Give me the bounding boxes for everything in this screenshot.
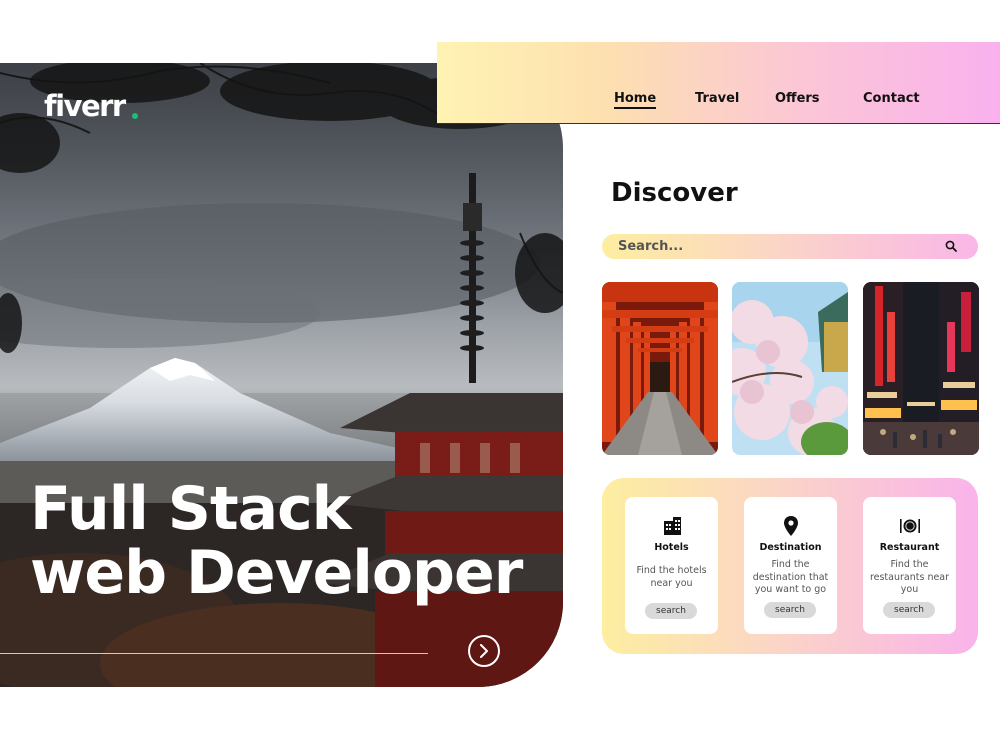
hotels-card[interactable]: Hotels Find the hotels near you search — [625, 497, 718, 634]
hotels-description: Find the hotels near you — [636, 565, 707, 589]
hero-banner: fiverr Full Stack web Developer — [0, 63, 563, 687]
services-panel: Hotels Find the hotels near you search D… — [602, 478, 978, 654]
dining-icon — [900, 519, 920, 533]
city-neon-street-photo[interactable] — [863, 282, 979, 455]
location-pin-icon — [784, 516, 798, 536]
nav-travel[interactable]: Travel — [695, 91, 739, 106]
search-bar — [602, 234, 978, 259]
restaurant-title: Restaurant — [879, 542, 940, 553]
restaurant-description: Find the restaurants near you — [869, 559, 950, 595]
nav-contact[interactable]: Contact — [863, 91, 920, 106]
search-icon[interactable] — [945, 240, 957, 252]
top-navigation: Home Travel Offers Contact — [437, 42, 1000, 124]
hotels-search-button[interactable]: search — [645, 603, 697, 619]
nav-home[interactable]: Home — [614, 91, 657, 109]
restaurant-card[interactable]: Restaurant Find the restaurants near you… — [863, 497, 956, 634]
discover-heading: Discover — [611, 178, 738, 208]
destination-card[interactable]: Destination Find the destination that yo… — [744, 497, 837, 634]
hero-divider — [0, 653, 428, 654]
cherry-blossom-photo[interactable] — [732, 282, 848, 455]
fiverr-logo[interactable]: fiverr — [44, 89, 126, 123]
hero-title: Full Stack web Developer — [30, 477, 560, 605]
hero-title-line1: Full Stack — [30, 474, 352, 544]
hotels-title: Hotels — [654, 542, 689, 553]
restaurant-search-button[interactable]: search — [883, 602, 935, 618]
hero-title-line2: web Developer — [30, 538, 523, 608]
chevron-right-icon — [480, 644, 488, 658]
logo-dot — [132, 113, 138, 119]
building-icon — [664, 517, 681, 535]
nav-offers[interactable]: Offers — [775, 91, 820, 106]
torii-gates-photo[interactable] — [602, 282, 718, 455]
destination-search-button[interactable]: search — [764, 602, 816, 618]
destination-title: Destination — [759, 542, 822, 553]
search-input[interactable] — [618, 237, 918, 256]
hero-next-button[interactable] — [468, 635, 500, 667]
destination-description: Find the destination that you want to go — [752, 559, 829, 595]
